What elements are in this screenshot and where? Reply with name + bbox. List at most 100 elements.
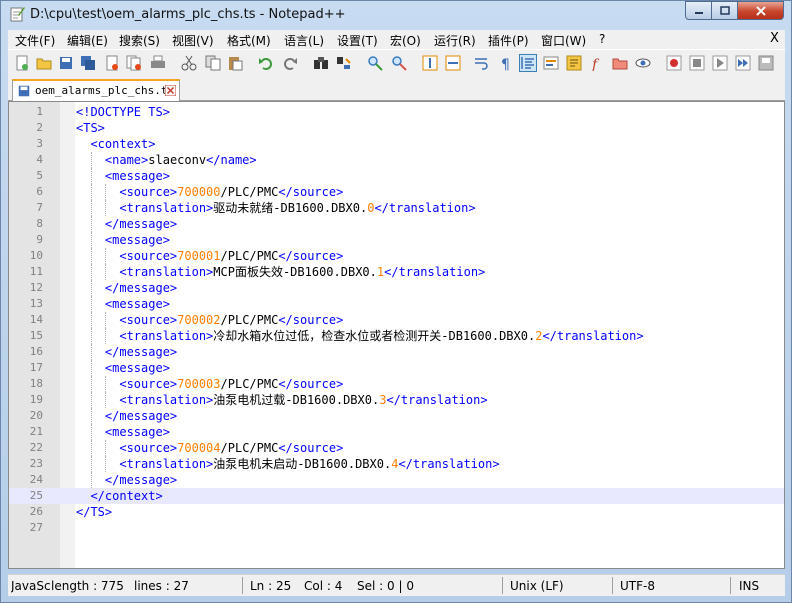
line-content: <context> bbox=[76, 136, 155, 152]
code-line[interactable]: 25 </context> bbox=[9, 488, 784, 504]
save-all-icon[interactable] bbox=[80, 55, 96, 71]
menu-file[interactable]: 文件(F) bbox=[15, 32, 55, 49]
zoom-in-icon[interactable] bbox=[367, 55, 383, 71]
close-document-button[interactable]: X bbox=[770, 31, 779, 46]
code-line[interactable]: 26 </TS> bbox=[9, 504, 784, 520]
line-number: 25 bbox=[29, 489, 43, 502]
code-line[interactable]: 19 <translation>油泵电机过载-DB1600.DBX0.3</tr… bbox=[9, 392, 784, 408]
code-line[interactable]: 18 <source>700003/PLC/PMC</source> bbox=[9, 376, 784, 392]
stop-record-icon[interactable] bbox=[689, 55, 705, 71]
status-insert-mode[interactable]: INS bbox=[739, 579, 759, 593]
code-line[interactable]: 15 <translation>冷却水箱水位过低，检查水位或者检测开关-DB16… bbox=[9, 328, 784, 344]
indent-guide bbox=[90, 264, 92, 280]
undo-icon[interactable] bbox=[258, 55, 274, 71]
new-file-icon[interactable] bbox=[14, 55, 30, 71]
open-file-icon[interactable] bbox=[36, 55, 52, 71]
xml-tag: <message> bbox=[104, 361, 170, 375]
run-macro-multiple-icon[interactable] bbox=[735, 55, 751, 71]
save-icon[interactable] bbox=[58, 55, 74, 71]
text-content: /PLC/PMC bbox=[220, 377, 279, 391]
menu-help[interactable]: ? bbox=[599, 32, 605, 46]
code-line[interactable]: 2 <TS> bbox=[9, 120, 784, 136]
code-line[interactable]: 17 <message> bbox=[9, 360, 784, 376]
function-list-icon[interactable]: f bbox=[589, 55, 605, 71]
xml-tag: <!DOCTYPE TS> bbox=[76, 105, 170, 119]
code-line[interactable]: 13 <message> bbox=[9, 296, 784, 312]
maximize-button[interactable] bbox=[711, 1, 738, 20]
menu-format[interactable]: 格式(M) bbox=[227, 32, 271, 49]
replace-icon[interactable] bbox=[336, 55, 352, 71]
sync-horizontal-icon[interactable] bbox=[445, 55, 461, 71]
udl-icon[interactable] bbox=[543, 55, 559, 71]
paste-icon[interactable] bbox=[227, 55, 243, 71]
copy-icon[interactable] bbox=[205, 55, 221, 71]
code-line[interactable]: 23 <translation>油泵电机未启动-DB1600.DBX0.4</t… bbox=[9, 456, 784, 472]
doc-map-icon[interactable] bbox=[566, 55, 582, 71]
close-file-icon[interactable] bbox=[104, 55, 120, 71]
xml-tag: <message> bbox=[104, 233, 170, 247]
code-line[interactable]: 1 <!DOCTYPE TS> bbox=[9, 104, 784, 120]
code-line[interactable]: 24 </message> bbox=[9, 472, 784, 488]
menu-edit[interactable]: 编辑(E) bbox=[67, 32, 108, 49]
menu-run[interactable]: 运行(R) bbox=[434, 32, 476, 49]
text-content: /PLC/PMC bbox=[220, 249, 279, 263]
menu-plugins[interactable]: 插件(P) bbox=[488, 32, 529, 49]
code-line[interactable]: 8 </message> bbox=[9, 216, 784, 232]
tab-oem-alarms[interactable]: oem_alarms_plc_chs.ts bbox=[12, 79, 180, 101]
print-icon[interactable] bbox=[150, 55, 166, 71]
find-icon[interactable] bbox=[313, 55, 329, 71]
close-button[interactable] bbox=[737, 1, 784, 20]
code-line[interactable]: 3 <context> bbox=[9, 136, 784, 152]
redo-icon[interactable] bbox=[282, 55, 298, 71]
code-line[interactable]: 9 <message> bbox=[9, 232, 784, 248]
record-macro-icon[interactable] bbox=[666, 55, 682, 71]
code-line[interactable]: 20 </message> bbox=[9, 408, 784, 424]
monitoring-icon[interactable] bbox=[635, 55, 651, 71]
indent-guide-icon[interactable] bbox=[519, 54, 537, 72]
line-number: 16 bbox=[29, 345, 43, 358]
code-line[interactable]: 12 </message> bbox=[9, 280, 784, 296]
menu-language[interactable]: 语言(L) bbox=[284, 32, 324, 49]
code-line[interactable]: 21 <message> bbox=[9, 424, 784, 440]
status-encoding[interactable]: UTF-8 bbox=[620, 579, 655, 593]
line-number: 6 bbox=[36, 185, 43, 198]
zoom-out-icon[interactable] bbox=[391, 55, 407, 71]
xml-tag: </source> bbox=[278, 441, 344, 455]
menu-search[interactable]: 搜索(S) bbox=[119, 32, 160, 49]
menu-settings[interactable]: 设置(T) bbox=[337, 32, 378, 49]
code-line[interactable]: 6 <source>700000/PLC/PMC</source> bbox=[9, 184, 784, 200]
line-number: 27 bbox=[29, 521, 43, 534]
save-macro-icon[interactable] bbox=[758, 55, 774, 71]
show-all-chars-icon[interactable]: ¶ bbox=[497, 55, 513, 71]
code-line[interactable]: 22 <source>700004/PLC/PMC</source> bbox=[9, 440, 784, 456]
code-line[interactable]: 27 bbox=[9, 520, 784, 536]
play-macro-icon[interactable] bbox=[712, 55, 728, 71]
code-line[interactable]: 4 <name>slaeconv</name> bbox=[9, 152, 784, 168]
code-editor[interactable]: 1 <!DOCTYPE TS> 2 <TS> 3 <context> 4 <name>sl… bbox=[8, 101, 785, 569]
folder-workspace-icon[interactable] bbox=[612, 55, 628, 71]
menu-macro[interactable]: 宏(O) bbox=[390, 32, 421, 49]
cut-icon[interactable] bbox=[181, 55, 197, 71]
menu-view[interactable]: 视图(V) bbox=[172, 32, 214, 49]
line-number: 24 bbox=[29, 473, 43, 486]
status-bar: JavaSc length : 775 lines : 27 Ln : 25 C… bbox=[8, 574, 785, 596]
code-line[interactable]: 5 <message> bbox=[9, 168, 784, 184]
xml-tag: </translation> bbox=[374, 201, 476, 215]
close-all-icon[interactable] bbox=[126, 55, 142, 71]
word-wrap-icon[interactable] bbox=[474, 55, 490, 71]
status-lines: lines : 27 bbox=[134, 579, 189, 593]
code-line[interactable]: 14 <source>700002/PLC/PMC</source> bbox=[9, 312, 784, 328]
code-line[interactable]: 7 <translation>驱动未就绪-DB1600.DBX0.0</tran… bbox=[9, 200, 784, 216]
code-line[interactable]: 16 </message> bbox=[9, 344, 784, 360]
status-eol[interactable]: Unix (LF) bbox=[510, 579, 564, 593]
menu-window[interactable]: 窗口(W) bbox=[541, 32, 586, 49]
code-line[interactable]: 10 <source>700001/PLC/PMC</source> bbox=[9, 248, 784, 264]
sync-vertical-icon[interactable] bbox=[422, 55, 438, 71]
toolbar: ¶ f bbox=[8, 49, 785, 76]
status-line-number: Ln : 25 bbox=[250, 579, 292, 593]
title-bar[interactable]: D:\cpu\test\oem_alarms_plc_chs.ts - Note… bbox=[1, 1, 791, 29]
tab-close-icon[interactable] bbox=[165, 85, 176, 96]
notepadpp-icon bbox=[10, 7, 25, 22]
code-line[interactable]: 11 <translation>MCP面板失效-DB1600.DBX0.1</t… bbox=[9, 264, 784, 280]
minimize-button[interactable] bbox=[685, 1, 712, 20]
